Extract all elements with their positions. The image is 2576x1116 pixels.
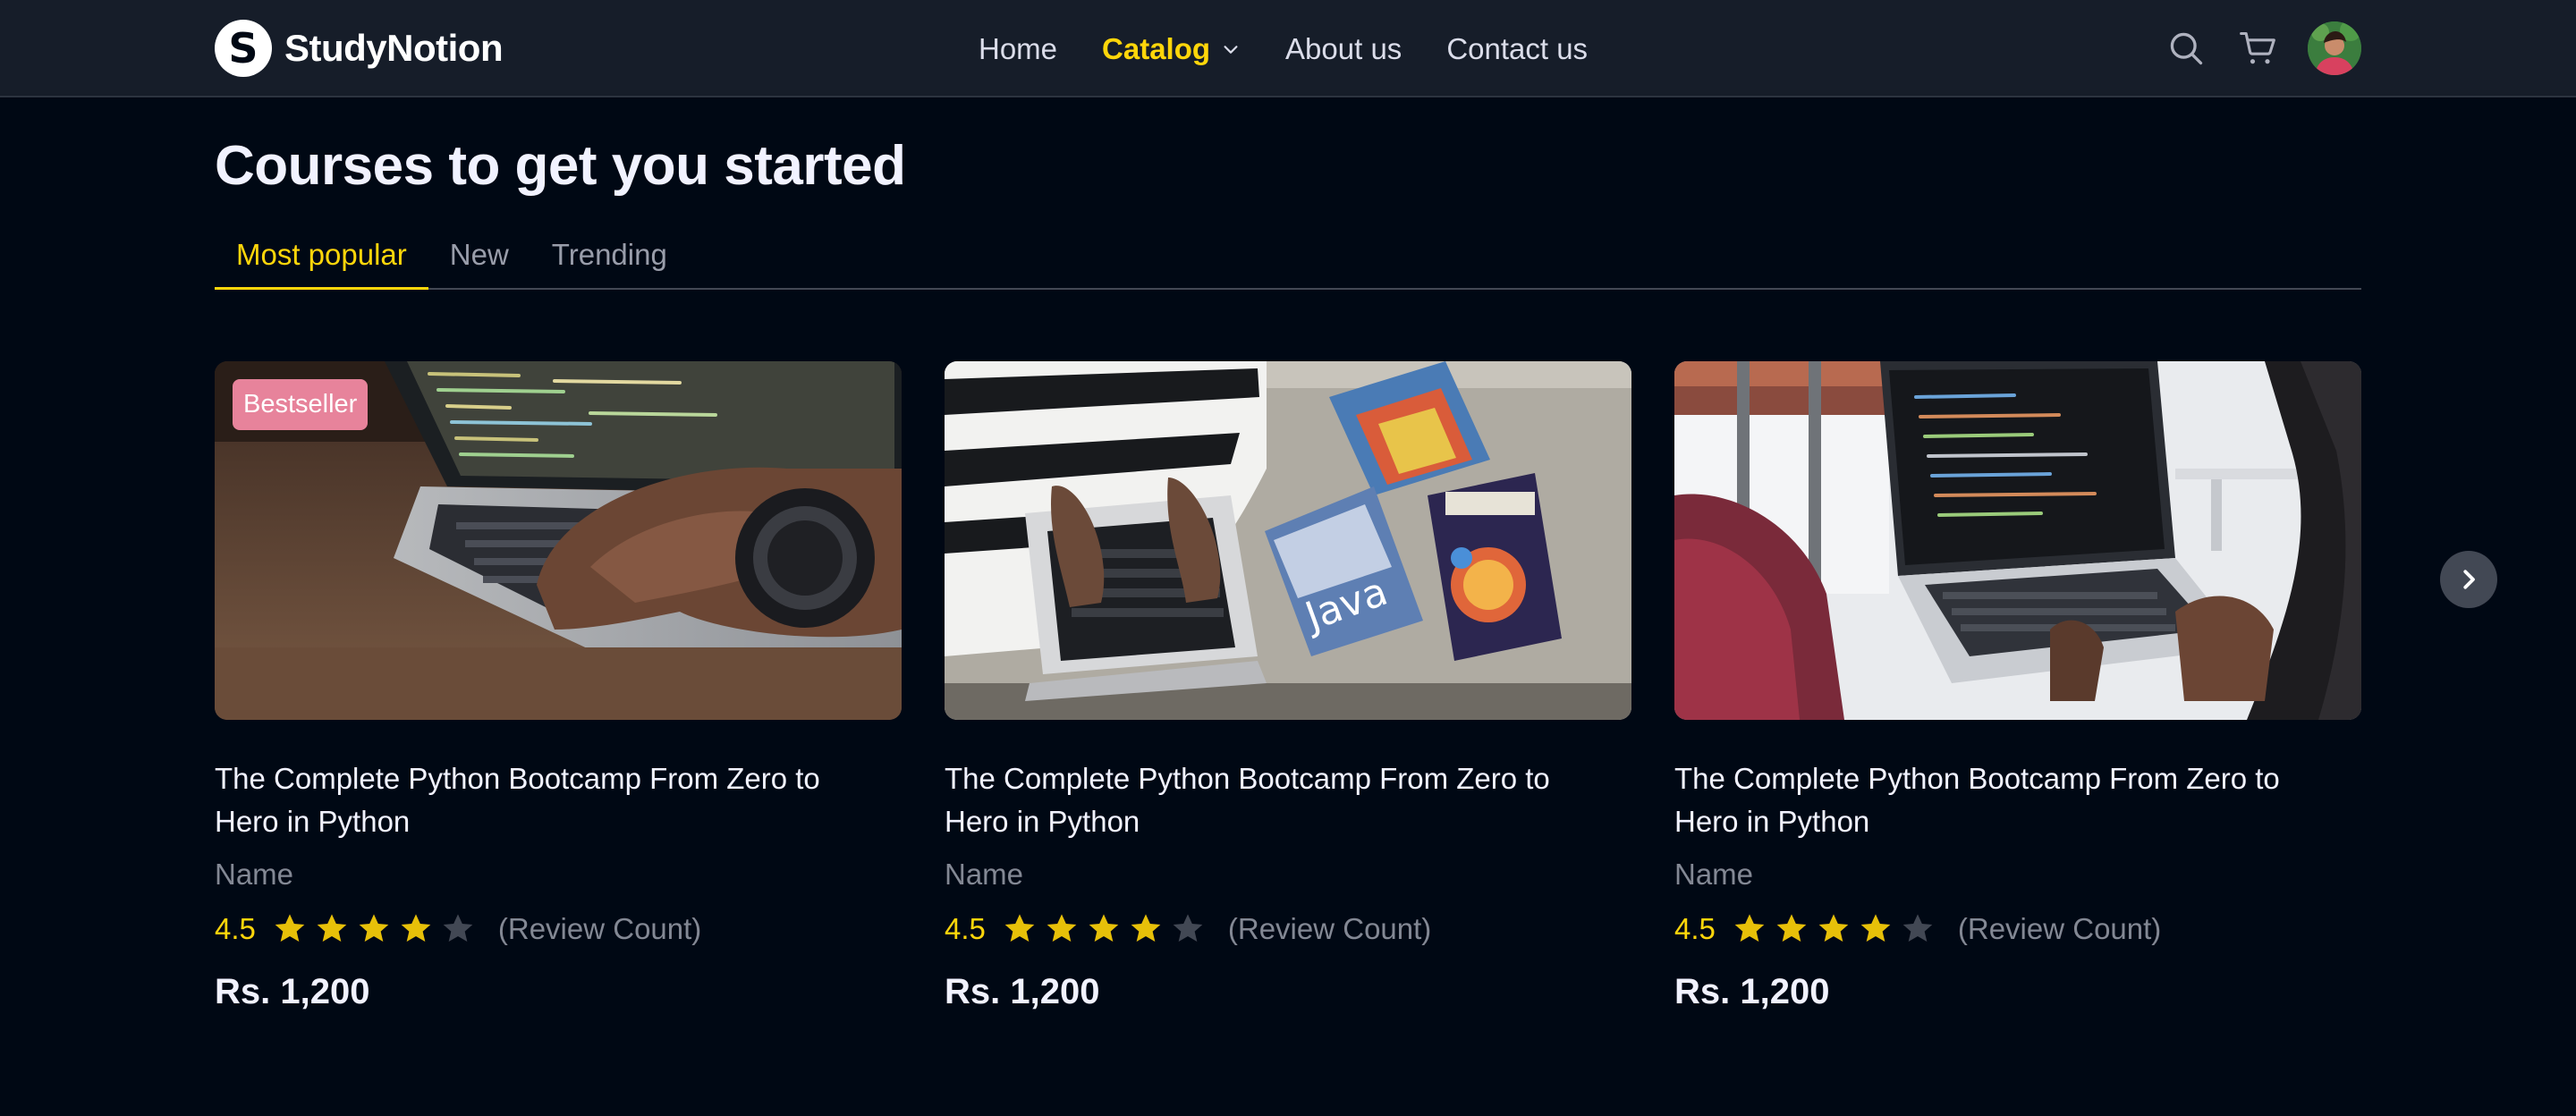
top-navbar: S StudyNotion Home Catalog About us Cont… [0,0,2576,97]
cart-icon [2240,31,2275,64]
course-card[interactable]: The Complete Python Bootcamp From Zero t… [1674,361,2361,1012]
nav-links: Home Catalog About us Contact us [979,27,1588,72]
logo-icon: S [215,20,272,77]
rating-stars [272,911,482,947]
rating-stars [1002,911,1212,947]
star-filled-icon [1089,914,1119,942]
nav-home-link[interactable]: Home [979,32,1057,66]
nav-actions [2161,20,2361,77]
rating-value: 4.5 [945,912,986,945]
course-price: Rs. 1,200 [215,972,370,1011]
rating-value: 4.5 [1674,912,1716,945]
brand-logo[interactable]: S StudyNotion [215,20,504,77]
star-filled-icon [1860,914,1891,942]
avatar-image [2308,21,2361,75]
chevron-right-icon [2463,570,2475,589]
laptop-desk-image [1674,361,2361,720]
star-empty-icon [443,914,473,942]
bestseller-badge: Bestseller [233,379,369,430]
course-title[interactable]: The Complete Python Bootcamp From Zero t… [945,757,1606,843]
star-empty-icon [1902,914,1933,942]
course-instructor: Name [945,858,1024,891]
course-price: Rs. 1,200 [945,972,1100,1011]
star-filled-icon [1131,914,1161,942]
course-instructor: Name [215,858,294,891]
course-tabs: Most popular New Trending [215,229,2361,290]
cart-button[interactable] [2233,23,2283,73]
course-card[interactable]: Java The Complete Python Bootcamp From Z… [945,361,1631,1012]
course-title[interactable]: The Complete Python Bootcamp From Zero t… [1674,757,2336,843]
nav-catalog-link[interactable]: Catalog [1102,32,1241,66]
nav-contact-link[interactable]: Contact us [1446,32,1588,66]
course-price: Rs. 1,200 [1674,972,1830,1011]
course-thumbnail[interactable]: Java [945,361,1631,720]
nav-catalog-label: Catalog [1102,32,1211,65]
star-filled-icon [1004,914,1035,942]
star-filled-icon [1818,914,1849,942]
chevron-down-icon [1224,46,1238,54]
star-filled-icon [1046,914,1077,942]
rating-value: 4.5 [215,912,256,945]
course-card[interactable]: Bestseller The Complete Python Bootcamp … [215,361,902,1012]
course-rating: 4.5 (Review Count) [215,909,902,949]
section-title: Courses to get you started [215,135,906,197]
carousel-next-button[interactable] [2440,551,2497,608]
star-filled-icon [359,914,389,942]
tab-trending[interactable]: Trending [530,229,689,288]
course-rating: 4.5 (Review Count) [1674,909,2361,949]
course-instructor: Name [1674,858,1754,891]
laptop-books-image: Java [945,361,1631,720]
rating-stars [1732,911,1942,947]
star-filled-icon [1776,914,1807,942]
course-thumbnail[interactable] [1674,361,2361,720]
course-rating: 4.5 (Review Count) [945,909,1631,949]
search-icon [2170,32,2203,65]
star-filled-icon [317,914,347,942]
user-avatar[interactable] [2308,21,2361,75]
tab-new[interactable]: New [428,229,530,288]
nav-about-link[interactable]: About us [1285,32,1402,66]
star-filled-icon [275,914,305,942]
review-count: (Review Count) [1227,912,1432,945]
review-count: (Review Count) [1957,912,2162,945]
brand-name: StudyNotion [284,27,504,69]
review-count: (Review Count) [497,912,702,945]
course-title[interactable]: The Complete Python Bootcamp From Zero t… [215,757,877,843]
course-thumbnail[interactable]: Bestseller [215,361,902,720]
star-filled-icon [401,914,431,942]
star-filled-icon [1734,914,1765,942]
tab-most-popular[interactable]: Most popular [215,229,428,290]
search-button[interactable] [2161,23,2211,73]
star-empty-icon [1173,914,1203,942]
